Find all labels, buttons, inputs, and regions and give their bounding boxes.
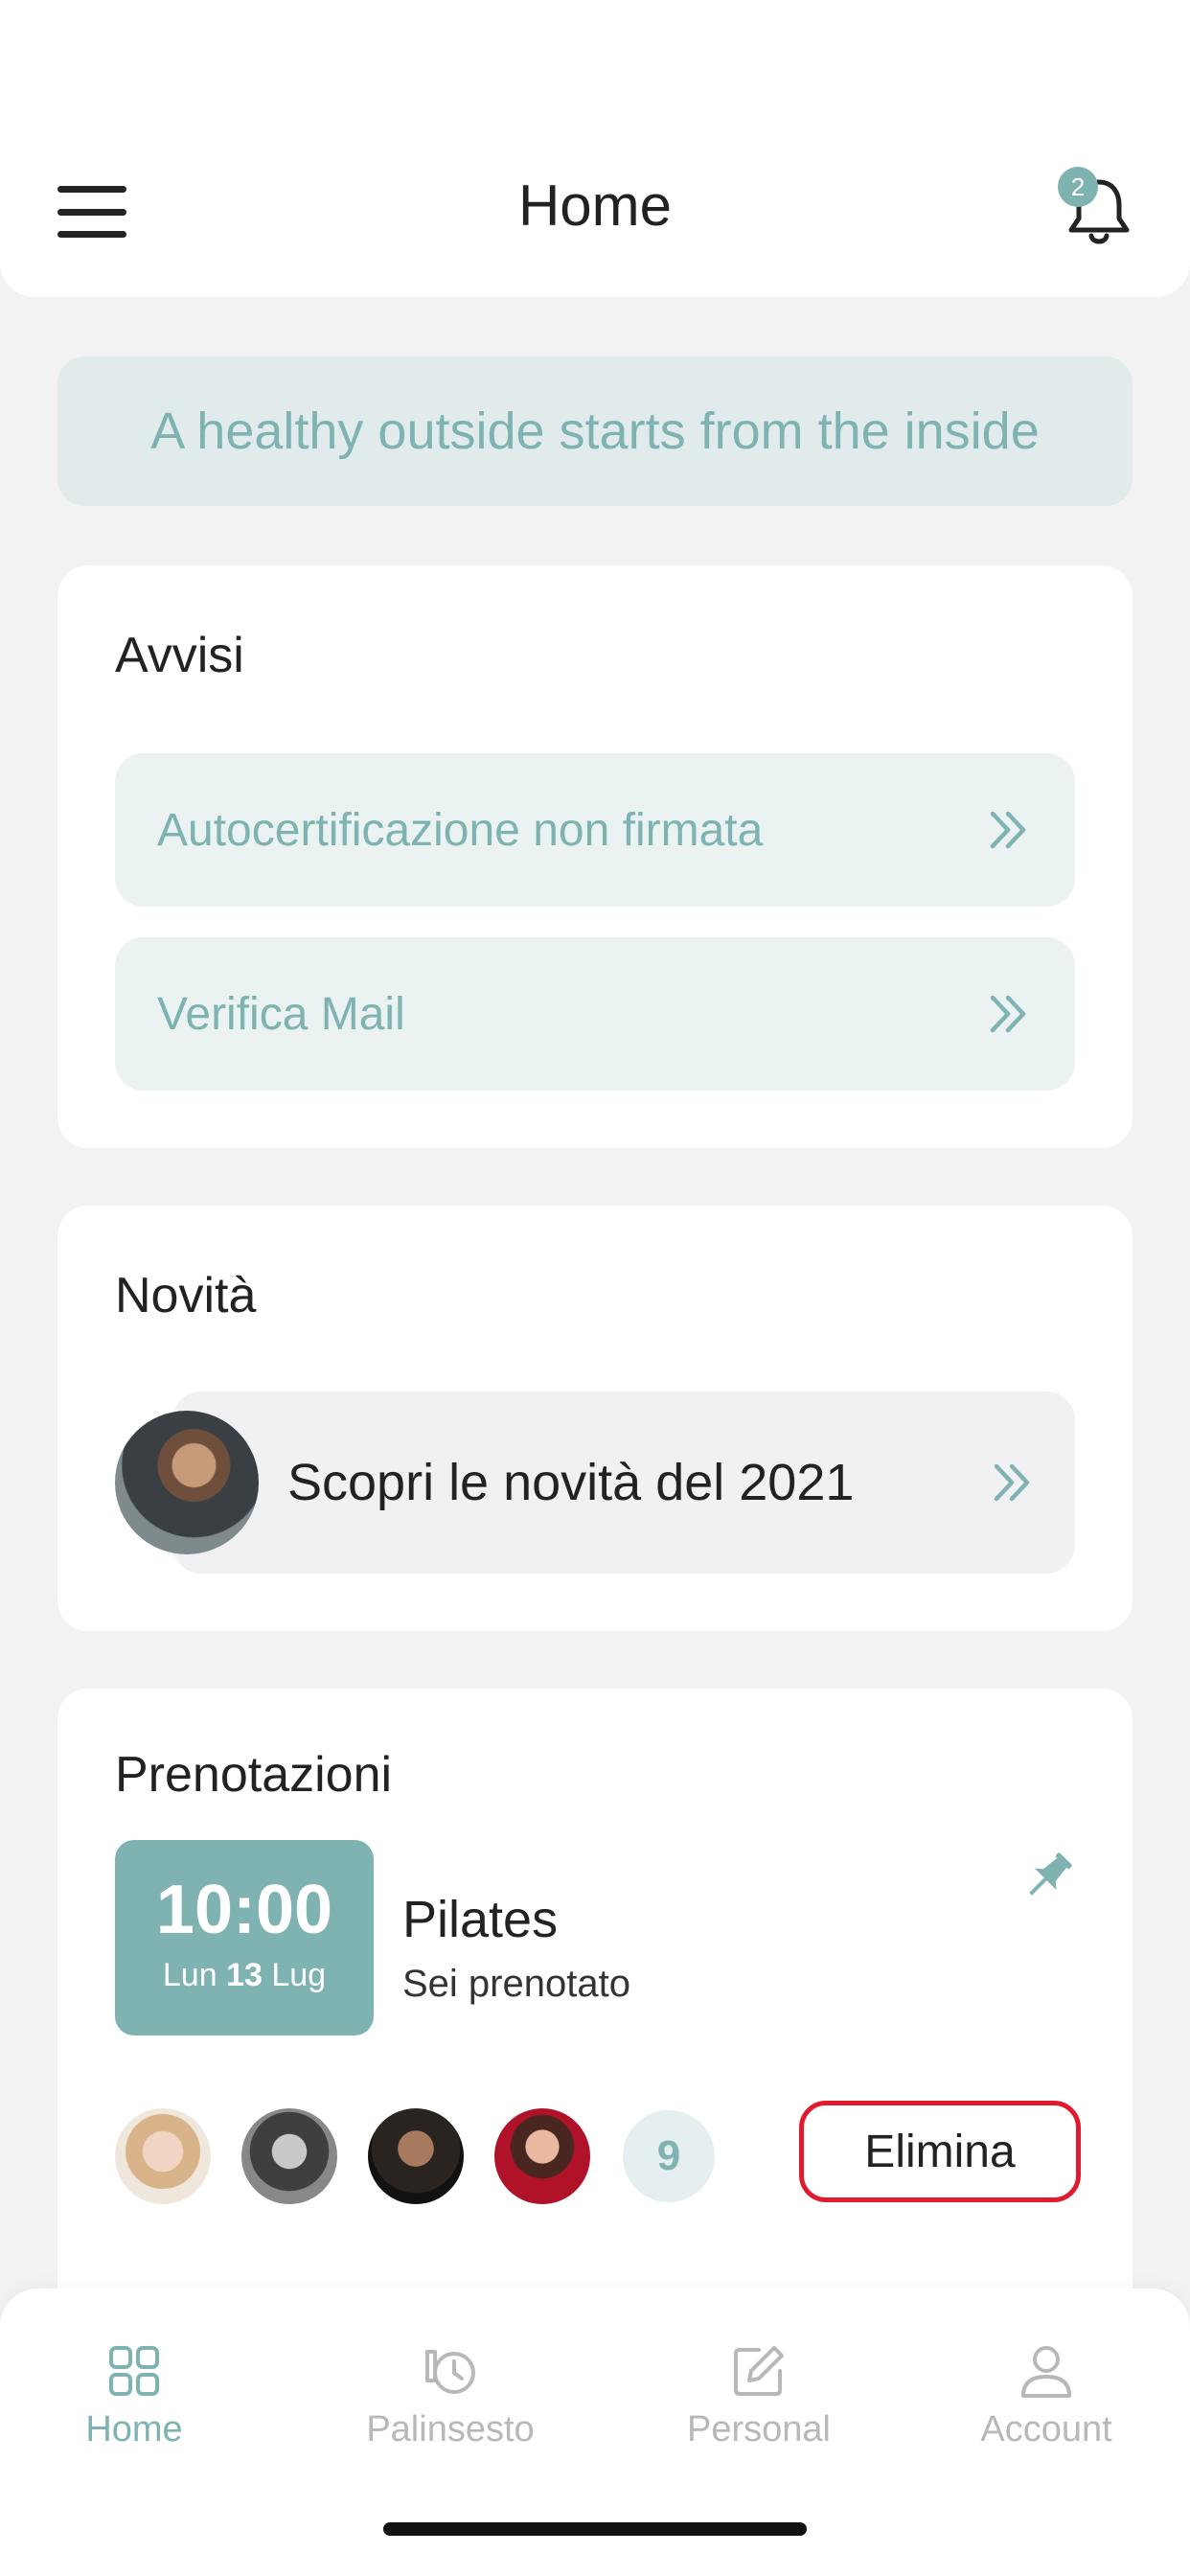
- user-icon: [1021, 2346, 1071, 2398]
- edit-icon: [734, 2346, 784, 2396]
- participant-avatar: [368, 2108, 464, 2204]
- news-item-label: Scopri le novità del 2021: [287, 1454, 855, 1511]
- avvisi-card: Avvisi Autocertificazione non firmata Ve…: [57, 565, 1133, 1148]
- novita-card: Novità Scopri le novità del 2021: [57, 1206, 1133, 1631]
- alert-item-label: Autocertificazione non firmata: [157, 804, 764, 856]
- news-item[interactable]: Scopri le novità del 2021: [115, 1392, 1075, 1574]
- tab-label: Palinsesto: [366, 2409, 535, 2450]
- history-icon: [425, 2350, 475, 2394]
- double-chevron-right-icon: [994, 1463, 1030, 1502]
- alert-item-verifica-mail[interactable]: Verifica Mail: [115, 937, 1075, 1091]
- motivational-banner: A healthy outside starts from the inside: [57, 356, 1133, 506]
- avvisi-title: Avvisi: [115, 628, 244, 683]
- tab-label: Account: [980, 2409, 1112, 2450]
- pin-icon[interactable]: [1018, 1846, 1079, 1907]
- double-chevron-right-icon: [990, 995, 1026, 1033]
- booking-time: 10:00: [155, 1872, 333, 1948]
- news-thumbnail: [115, 1411, 259, 1554]
- booking-time-box: 10:00 Lun 13 Lug: [115, 1840, 374, 2036]
- home-indicator: [383, 2522, 807, 2536]
- delete-booking-button[interactable]: Elimina: [799, 2101, 1081, 2202]
- class-name: Pilates: [402, 1891, 559, 1948]
- alert-item-label: Verifica Mail: [157, 988, 405, 1040]
- notification-badge: 2: [1058, 167, 1098, 207]
- prenotazioni-title: Prenotazioni: [115, 1747, 393, 1803]
- tab-label: Home: [85, 2409, 183, 2450]
- app-header: Home 2: [0, 0, 1190, 297]
- tab-label: Personal: [687, 2409, 831, 2450]
- tab-account[interactable]: Account: [922, 2342, 1171, 2450]
- extra-participants-count[interactable]: 9: [623, 2110, 715, 2202]
- prenotazioni-card: Prenotazioni 10:00 Lun 13 Lug Pilates Se…: [57, 1689, 1133, 2379]
- double-chevron-right-icon: [990, 811, 1026, 849]
- novita-title: Novità: [115, 1268, 257, 1323]
- booking-status: Sei prenotato: [402, 1963, 630, 2005]
- page-title: Home: [517, 173, 673, 238]
- grid-icon: [109, 2346, 159, 2396]
- booking-date: Lun 13 Lug: [162, 1957, 327, 1993]
- tab-personal[interactable]: Personal: [634, 2342, 883, 2450]
- tab-home[interactable]: Home: [10, 2342, 259, 2450]
- alert-item-autocertificazione[interactable]: Autocertificazione non firmata: [115, 753, 1075, 907]
- participant-avatar: [115, 2108, 211, 2204]
- participant-avatar: [241, 2108, 337, 2204]
- participant-avatar: [494, 2108, 590, 2204]
- tab-palinsesto[interactable]: Palinsesto: [326, 2342, 575, 2450]
